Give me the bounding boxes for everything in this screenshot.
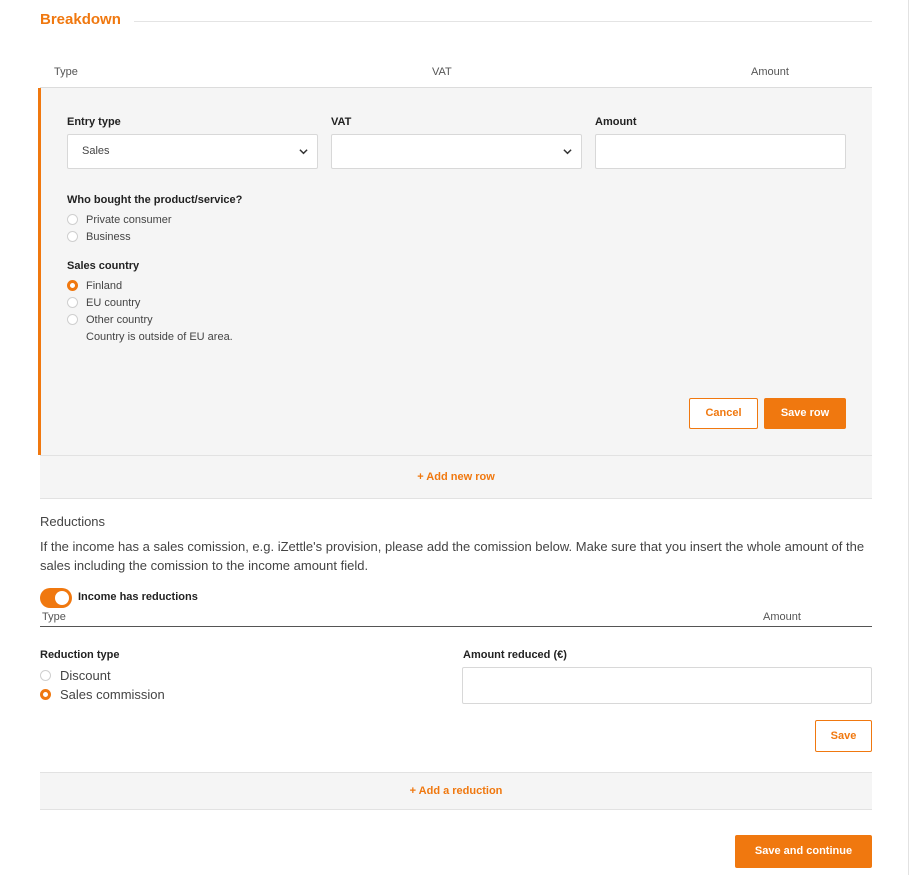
radio-label: Private consumer: [86, 213, 172, 226]
chevron-down-icon: [299, 149, 308, 155]
column-header-type: Type: [54, 66, 78, 78]
radio-finland[interactable]: Finland: [67, 277, 233, 294]
radio-label: Business: [86, 230, 131, 243]
chevron-down-icon: [563, 149, 572, 155]
save-and-continue-button[interactable]: Save and continue: [735, 835, 872, 868]
sales-country-label: Sales country: [67, 260, 140, 272]
entry-type-select[interactable]: Sales: [67, 134, 318, 169]
add-reduction-button[interactable]: + Add a reduction: [40, 772, 872, 810]
toggle-knob: [55, 591, 69, 605]
cancel-button[interactable]: Cancel: [689, 398, 758, 429]
save-reduction-button[interactable]: Save: [815, 720, 872, 752]
radio-button-selected[interactable]: [67, 280, 78, 291]
column-header-amount: Amount: [751, 66, 789, 78]
radio-label: Discount: [60, 668, 111, 683]
radio-label: Other country: [86, 313, 153, 326]
amount-input[interactable]: [595, 134, 846, 169]
breakdown-title: Breakdown: [40, 11, 121, 28]
reduction-header-divider: [40, 626, 872, 627]
radio-button[interactable]: [67, 214, 78, 225]
entry-type-label: Entry type: [67, 116, 121, 128]
radio-button-selected[interactable]: [40, 689, 51, 700]
entry-type-value: Sales: [82, 145, 110, 157]
reductions-heading: Reductions: [40, 514, 106, 529]
reduction-type-label: Reduction type: [40, 649, 120, 661]
reduction-column-type: Type: [42, 611, 66, 623]
radio-private-consumer[interactable]: Private consumer: [67, 211, 172, 228]
vat-select[interactable]: [331, 134, 582, 169]
amount-reduced-label: Amount reduced (€): [463, 649, 567, 661]
title-divider: [134, 21, 872, 22]
reduction-radio-group: Discount Sales commission: [40, 666, 165, 704]
radio-button[interactable]: [40, 670, 51, 681]
reductions-toggle[interactable]: [40, 588, 72, 608]
buyer-radio-group: Private consumer Business: [67, 211, 172, 245]
radio-button[interactable]: [67, 314, 78, 325]
add-new-row-button[interactable]: + Add new row: [40, 455, 872, 499]
country-radio-group: Finland EU country Other country Country…: [67, 277, 233, 345]
radio-business[interactable]: Business: [67, 228, 172, 245]
amount-label: Amount: [595, 116, 637, 128]
radio-eu-country[interactable]: EU country: [67, 294, 233, 311]
amount-reduced-input[interactable]: [462, 667, 872, 704]
radio-label: Finland: [86, 279, 123, 292]
column-header-vat: VAT: [432, 66, 452, 78]
buyer-question: Who bought the product/service?: [67, 194, 243, 206]
radio-label: EU country: [86, 296, 141, 309]
reductions-description: If the income has a sales comission, e.g…: [40, 539, 865, 573]
radio-sales-commission[interactable]: Sales commission: [40, 685, 165, 704]
radio-button[interactable]: [67, 231, 78, 242]
other-country-hint: Country is outside of EU area.: [86, 330, 233, 343]
radio-button[interactable]: [67, 297, 78, 308]
save-row-button[interactable]: Save row: [764, 398, 846, 429]
radio-discount[interactable]: Discount: [40, 666, 165, 685]
radio-other-country[interactable]: Other country: [67, 311, 233, 328]
reductions-toggle-label: Income has reductions: [78, 591, 198, 603]
radio-label: Sales commission: [60, 687, 165, 702]
vat-label: VAT: [331, 116, 352, 128]
reduction-column-amount: Amount: [763, 611, 801, 623]
